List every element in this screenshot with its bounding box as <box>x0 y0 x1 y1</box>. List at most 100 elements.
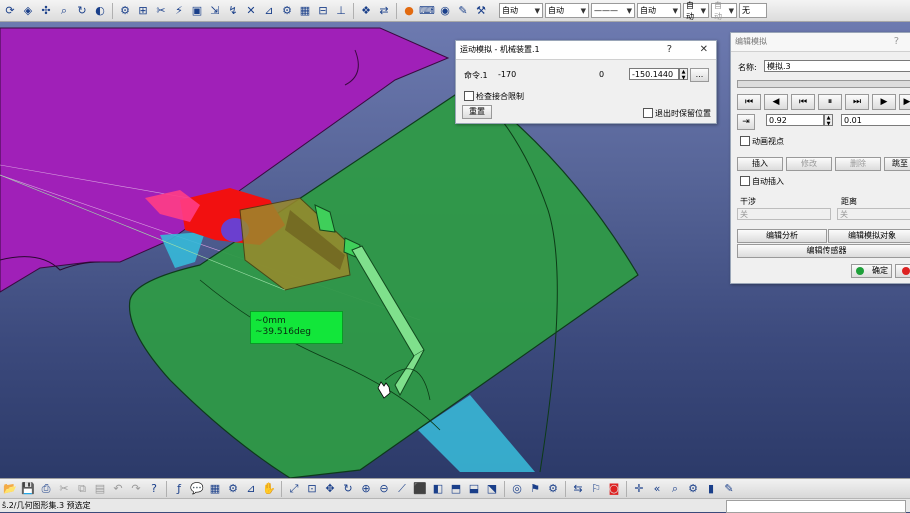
whats-this-icon[interactable]: ? <box>146 481 162 497</box>
grid-icon[interactable]: ▦ <box>297 3 313 19</box>
copy-icon[interactable]: ⧉ <box>74 481 90 497</box>
open-icon[interactable]: 📂 <box>2 481 18 497</box>
help-button[interactable]: ? <box>667 41 672 59</box>
update-icon[interactable]: ⟳ <box>2 3 18 19</box>
animate-viewpoint-checkbox[interactable] <box>740 136 750 146</box>
save-icon[interactable]: 💾 <box>20 481 36 497</box>
tools-icon[interactable]: ✎ <box>721 481 737 497</box>
tools-icon[interactable]: ✎ <box>455 3 471 19</box>
material-icon[interactable]: ● <box>401 3 417 19</box>
rotate-icon[interactable]: ↻ <box>74 3 90 19</box>
compass-icon[interactable]: ✣ <box>38 3 54 19</box>
play-backward-button[interactable]: ◀ <box>764 94 788 110</box>
more-button[interactable]: ... <box>690 68 709 82</box>
formula-icon[interactable]: ƒ <box>171 481 187 497</box>
sim-icon[interactable]: ⬔ <box>484 481 500 497</box>
delete-button[interactable]: 删除 <box>835 157 881 171</box>
move-icon[interactable]: ⇲ <box>207 3 223 19</box>
select-icon[interactable]: ⊡ <box>304 481 320 497</box>
tree-icon[interactable]: ⊟ <box>315 3 331 19</box>
zoom-out-icon[interactable]: ⊖ <box>376 481 392 497</box>
command-value-input[interactable]: -150.1440 <box>629 68 679 80</box>
check-limits-checkbox[interactable] <box>464 91 474 101</box>
record-frame-button[interactable]: ⇥ <box>737 114 755 130</box>
layer-dropdown[interactable]: 自动 ▼ <box>711 1 737 21</box>
close-button[interactable]: ✕ <box>700 41 708 59</box>
insert-button[interactable]: 插入 <box>737 157 783 171</box>
thickness-dropdown[interactable]: 自动 ▼ <box>637 3 681 18</box>
zoom-in-icon[interactable]: ⊕ <box>358 481 374 497</box>
cut-icon[interactable]: ✂ <box>56 481 72 497</box>
pause-button[interactable]: ⏸ <box>818 94 842 110</box>
paste-icon[interactable]: ▤ <box>92 481 108 497</box>
normal-view-icon[interactable]: ⟋ <box>394 481 410 497</box>
pan-icon[interactable]: ✋ <box>261 481 277 497</box>
linetype-dropdown[interactable]: ——— ▼ <box>591 3 635 18</box>
step-value-spinner[interactable]: ▲ ▼ <box>824 114 833 127</box>
catalog-icon[interactable]: ❖ <box>358 3 374 19</box>
knowledge-icon[interactable]: ⚙ <box>225 481 241 497</box>
table-icon[interactable]: ▦ <box>207 481 223 497</box>
name-input[interactable]: 模拟.3 <box>764 60 910 72</box>
step-backward-button[interactable]: ⏮ <box>791 94 815 110</box>
apply-material-icon[interactable]: ◉ <box>437 3 453 19</box>
search-icon[interactable]: ⌕ <box>667 481 683 497</box>
step-value-input[interactable]: 0.92 <box>766 114 824 126</box>
color-icon[interactable]: ▮ <box>703 481 719 497</box>
point-dropdown[interactable]: 自动 ▼ <box>683 1 709 21</box>
rewind-icon[interactable]: « <box>649 481 665 497</box>
gear-icon[interactable]: ⚙ <box>279 3 295 19</box>
bolt-icon[interactable]: ⚡ <box>171 3 187 19</box>
edit-sim-help-button[interactable]: ? <box>894 33 899 51</box>
vcr-icon[interactable]: ✛ <box>631 481 647 497</box>
zoom-fit-icon[interactable]: ⌕ <box>56 3 72 19</box>
edit-sim-objects-button[interactable]: 编辑模拟对象 <box>828 229 910 243</box>
layer-filter-dropdown[interactable]: 自动 ▼ <box>499 3 543 18</box>
play-forward-button[interactable]: ▶ <box>872 94 896 110</box>
none-dropdown[interactable]: 无 <box>739 3 767 18</box>
stop-icon[interactable]: ◙ <box>606 481 622 497</box>
save-icon[interactable]: ▣ <box>189 3 205 19</box>
measure-icon[interactable]: ⊿ <box>243 481 259 497</box>
swap-visible-icon[interactable]: ⬓ <box>466 481 482 497</box>
cancel-button[interactable] <box>895 264 910 278</box>
skip-to-end-button[interactable]: ▶ <box>899 94 910 110</box>
render-style-icon[interactable]: ◈ <box>20 3 36 19</box>
distance-select[interactable]: 关 <box>837 208 910 220</box>
wrench-icon[interactable]: ⚒ <box>473 3 489 19</box>
step-increment-input[interactable]: 0.01 <box>841 114 910 126</box>
compile-icon[interactable]: ◎ <box>509 481 525 497</box>
fit-all-icon[interactable]: ⤢ <box>286 481 302 497</box>
redo-icon[interactable]: ↷ <box>128 481 144 497</box>
hide-show-icon[interactable]: ◐ <box>92 3 108 19</box>
assembly-icon[interactable]: ⚙ <box>117 3 133 19</box>
analysis-icon[interactable]: ⚐ <box>588 481 604 497</box>
sensor-icon[interactable]: ⚙ <box>685 481 701 497</box>
color-dropdown[interactable]: 自动 ▼ <box>545 3 589 18</box>
constraint-icon[interactable]: ⊞ <box>135 3 151 19</box>
move-icon[interactable]: ✥ <box>322 481 338 497</box>
rotate-icon[interactable]: ↻ <box>340 481 356 497</box>
manipulate-icon[interactable]: ↯ <box>225 3 241 19</box>
auto-insert-checkbox[interactable] <box>740 176 750 186</box>
edit-analysis-button[interactable]: 编辑分析 <box>737 229 827 243</box>
undo-icon[interactable]: ↶ <box>110 481 126 497</box>
print-icon[interactable]: ⎙ <box>38 481 54 497</box>
iso-view-icon[interactable]: ⬛ <box>412 481 428 497</box>
render-icon[interactable]: ◧ <box>430 481 446 497</box>
keyboard-icon[interactable]: ⌨ <box>419 3 435 19</box>
record-icon[interactable]: ⇆ <box>570 481 586 497</box>
comment-icon[interactable]: 💬 <box>189 481 205 497</box>
snap-icon[interactable]: ✂ <box>153 3 169 19</box>
command-input[interactable] <box>726 500 906 513</box>
reset-button[interactable]: 重置 <box>462 105 492 119</box>
interference-select[interactable]: 关 <box>737 208 831 220</box>
swap-icon[interactable]: ⇄ <box>376 3 392 19</box>
measure-icon[interactable]: ⊿ <box>261 3 277 19</box>
player-icon[interactable]: ⚙ <box>545 481 561 497</box>
ok-button[interactable]: 确定 <box>851 264 892 278</box>
check-clash-icon[interactable]: ✕ <box>243 3 259 19</box>
hide-icon[interactable]: ⬒ <box>448 481 464 497</box>
step-forward-button[interactable]: ⏭ <box>845 94 869 110</box>
command-value-spinner[interactable]: ▲ ▼ <box>679 68 688 81</box>
